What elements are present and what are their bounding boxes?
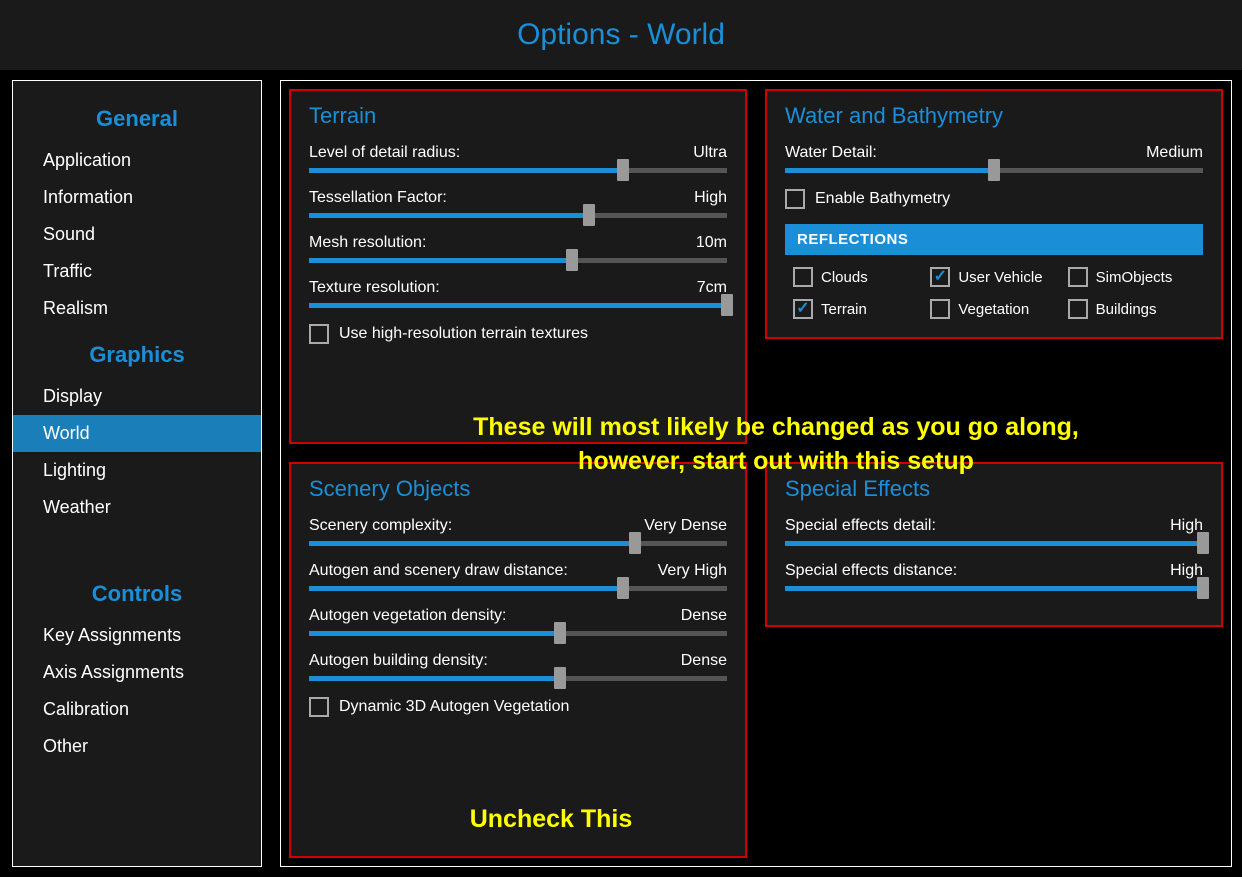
sidebar-item-weather[interactable]: Weather — [13, 489, 261, 526]
slider-value: Medium — [1146, 144, 1203, 162]
slider-mesh-resolution: Mesh resolution: 10m — [309, 234, 727, 263]
slider-label: Autogen vegetation density: — [309, 607, 506, 625]
slider-track[interactable] — [309, 586, 727, 591]
slider-label: Scenery complexity: — [309, 517, 452, 535]
panel-title-effects: Special Effects — [785, 476, 1203, 502]
sidebar-item-application[interactable]: Application — [13, 142, 261, 179]
checkbox-label: Enable Bathymetry — [815, 190, 950, 208]
slider-label: Water Detail: — [785, 144, 877, 162]
reflection-label: Buildings — [1096, 301, 1157, 318]
slider-draw-distance: Autogen and scenery draw distance: Very … — [309, 562, 727, 591]
slider-track[interactable] — [309, 676, 727, 681]
sidebar-item-display[interactable]: Display — [13, 378, 261, 415]
slider-level-of-detail: Level of detail radius: Ultra — [309, 144, 727, 173]
checkbox-buildings[interactable] — [1068, 299, 1088, 319]
reflections-grid: Clouds User Vehicle SimObjects Terrain — [785, 267, 1203, 319]
slider-label: Autogen building density: — [309, 652, 488, 670]
slider-value: Very Dense — [644, 517, 727, 535]
sidebar-item-traffic[interactable]: Traffic — [13, 253, 261, 290]
slider-scenery-complexity: Scenery complexity: Very Dense — [309, 517, 727, 546]
reflections-header: REFLECTIONS — [785, 224, 1203, 255]
sidebar-header-graphics: Graphics — [13, 327, 261, 378]
slider-value: 10m — [696, 234, 727, 252]
slider-tessellation: Tessellation Factor: High — [309, 189, 727, 218]
slider-label: Tessellation Factor: — [309, 189, 447, 207]
checkbox-row-dynamic-autogen: Dynamic 3D Autogen Vegetation — [309, 697, 727, 717]
slider-label: Autogen and scenery draw distance: — [309, 562, 568, 580]
slider-texture-resolution: Texture resolution: 7cm — [309, 279, 727, 308]
reflection-label: Vegetation — [958, 301, 1029, 318]
reflection-buildings: Buildings — [1068, 299, 1195, 319]
slider-track[interactable] — [309, 631, 727, 636]
sidebar-header-general: General — [13, 91, 261, 142]
sidebar-item-lighting[interactable]: Lighting — [13, 452, 261, 489]
checkbox-label: Use high-resolution terrain textures — [339, 325, 588, 343]
slider-value: Ultra — [693, 144, 727, 162]
reflection-clouds: Clouds — [793, 267, 920, 287]
reflection-label: Terrain — [821, 301, 867, 318]
content-area: These will most likely be changed as you… — [280, 80, 1232, 867]
checkbox-simobjects[interactable] — [1068, 267, 1088, 287]
reflection-terrain: Terrain — [793, 299, 920, 319]
checkbox-vegetation[interactable] — [930, 299, 950, 319]
slider-track[interactable] — [785, 541, 1203, 546]
slider-label: Texture resolution: — [309, 279, 440, 297]
slider-label: Mesh resolution: — [309, 234, 426, 252]
checkbox-terrain[interactable] — [793, 299, 813, 319]
sidebar-item-axis-assignments[interactable]: Axis Assignments — [13, 654, 261, 691]
panel-scenery: Scenery Objects Scenery complexity: Very… — [289, 462, 747, 859]
checkbox-high-res-textures[interactable] — [309, 324, 329, 344]
sidebar-item-world[interactable]: World — [13, 415, 261, 452]
panel-title-terrain: Terrain — [309, 103, 727, 129]
slider-track[interactable] — [785, 586, 1203, 591]
reflection-simobjects: SimObjects — [1068, 267, 1195, 287]
slider-value: Dense — [681, 607, 727, 625]
panel-title-water: Water and Bathymetry — [785, 103, 1203, 129]
sidebar: General Application Information Sound Tr… — [12, 80, 262, 867]
reflection-vegetation: Vegetation — [930, 299, 1057, 319]
sidebar-item-other[interactable]: Other — [13, 728, 261, 765]
sidebar-item-key-assignments[interactable]: Key Assignments — [13, 617, 261, 654]
panel-terrain: Terrain Level of detail radius: Ultra Te… — [289, 89, 747, 444]
slider-effects-distance: Special effects distance: High — [785, 562, 1203, 591]
slider-label: Level of detail radius: — [309, 144, 460, 162]
reflection-label: Clouds — [821, 269, 868, 286]
checkbox-user-vehicle[interactable] — [930, 267, 950, 287]
panel-effects: Special Effects Special effects detail: … — [765, 462, 1223, 627]
reflection-user-vehicle: User Vehicle — [930, 267, 1057, 287]
checkbox-label: Dynamic 3D Autogen Vegetation — [339, 698, 569, 716]
main-container: General Application Information Sound Tr… — [0, 70, 1242, 877]
slider-track[interactable] — [309, 541, 727, 546]
sidebar-header-controls: Controls — [13, 566, 261, 617]
sidebar-item-sound[interactable]: Sound — [13, 216, 261, 253]
checkbox-dynamic-autogen[interactable] — [309, 697, 329, 717]
slider-vegetation-density: Autogen vegetation density: Dense — [309, 607, 727, 636]
slider-water-detail: Water Detail: Medium — [785, 144, 1203, 173]
slider-track[interactable] — [309, 168, 727, 173]
slider-label: Special effects distance: — [785, 562, 957, 580]
checkbox-clouds[interactable] — [793, 267, 813, 287]
page-title: Options - World — [0, 0, 1242, 70]
reflection-label: SimObjects — [1096, 269, 1173, 286]
slider-track[interactable] — [309, 213, 727, 218]
slider-track[interactable] — [309, 258, 727, 263]
checkbox-row-high-res-textures: Use high-resolution terrain textures — [309, 324, 727, 344]
panel-title-scenery: Scenery Objects — [309, 476, 727, 502]
checkbox-enable-bathymetry[interactable] — [785, 189, 805, 209]
slider-value: Very High — [658, 562, 727, 580]
reflection-label: User Vehicle — [958, 269, 1042, 286]
slider-effects-detail: Special effects detail: High — [785, 517, 1203, 546]
slider-value: Dense — [681, 652, 727, 670]
slider-value: High — [694, 189, 727, 207]
sidebar-item-calibration[interactable]: Calibration — [13, 691, 261, 728]
sidebar-item-information[interactable]: Information — [13, 179, 261, 216]
sidebar-item-realism[interactable]: Realism — [13, 290, 261, 327]
slider-track[interactable] — [309, 303, 727, 308]
checkbox-row-bathymetry: Enable Bathymetry — [785, 189, 1203, 209]
slider-label: Special effects detail: — [785, 517, 936, 535]
slider-building-density: Autogen building density: Dense — [309, 652, 727, 681]
slider-track[interactable] — [785, 168, 1203, 173]
panel-water: Water and Bathymetry Water Detail: Mediu… — [765, 89, 1223, 339]
